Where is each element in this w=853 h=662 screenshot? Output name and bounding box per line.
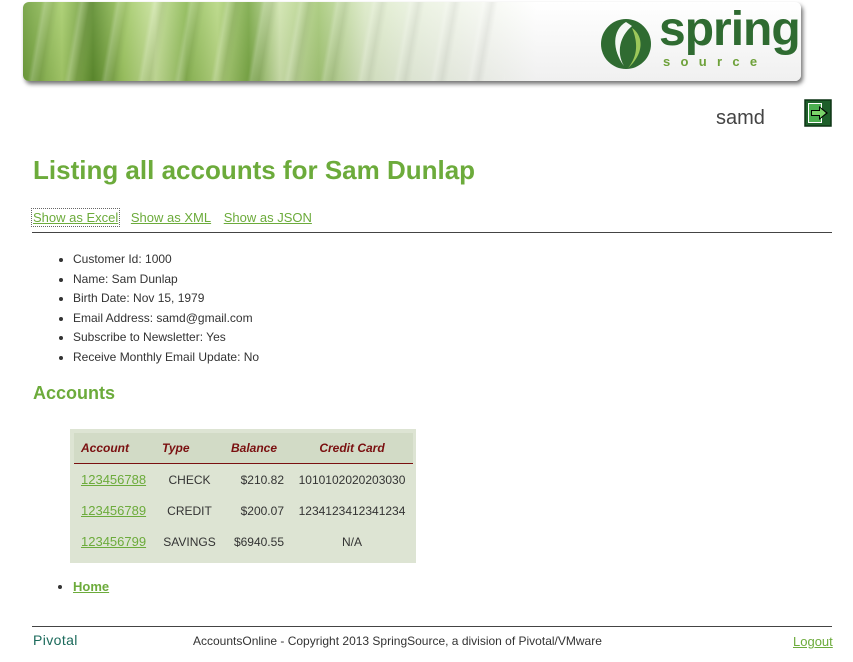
column-header-type: Type: [155, 433, 224, 464]
customer-name-item: Name: Sam Dunlap: [73, 270, 259, 290]
column-header-balance: Balance: [224, 433, 291, 464]
username-label: samd: [716, 107, 765, 129]
page-title: Listing all accounts for Sam Dunlap: [33, 155, 476, 185]
balance-cell: $210.82: [240, 472, 284, 487]
logout-link[interactable]: Logout: [793, 634, 833, 649]
table-row: 123456789 CREDIT $200.07 123412341234123…: [74, 495, 413, 526]
pivotal-logo: Pivotal: [33, 632, 78, 648]
account-type-cell: CREDIT: [167, 503, 212, 518]
email-address-item: Email Address: samd@gmail.com: [73, 309, 259, 329]
banner-grass-image: [23, 2, 506, 81]
header-banner: spring source: [23, 2, 801, 81]
logo-subtitle: source: [663, 54, 768, 69]
navigation-list: Home: [55, 579, 109, 594]
table-header-row: Account Type Balance Credit Card: [74, 433, 413, 464]
show-as-excel-link[interactable]: Show as Excel: [30, 208, 121, 227]
home-item: Home: [73, 579, 109, 594]
export-format-links: Show as Excel Show as XML Show as JSON: [30, 208, 320, 227]
account-type-cell: CHECK: [168, 472, 211, 487]
spring-leaf-logo-icon: [601, 19, 651, 69]
home-link[interactable]: Home: [73, 579, 109, 594]
account-link[interactable]: 123456789: [81, 503, 146, 518]
customer-id-item: Customer Id: 1000: [73, 250, 259, 270]
monthly-email-item: Receive Monthly Email Update: No: [73, 348, 259, 368]
table-row: 123456788 CHECK $210.82 1010102020203030: [74, 464, 413, 496]
account-number-cell: 123456788: [74, 464, 155, 496]
account-type-cell: SAVINGS: [163, 534, 216, 549]
balance-cell: $200.07: [240, 503, 284, 518]
birth-date-item: Birth Date: Nov 15, 1979: [73, 289, 259, 309]
header-divider: [32, 232, 832, 233]
account-link[interactable]: 123456799: [81, 534, 146, 549]
balance-cell: $6940.55: [233, 534, 284, 549]
account-link[interactable]: 123456788: [81, 472, 146, 487]
accounts-heading: Accounts: [33, 383, 116, 403]
accounts-table: Account Type Balance Credit Card 1234567…: [74, 433, 413, 557]
column-header-account: Account: [74, 433, 155, 464]
credit-card-cell: N/A: [341, 534, 362, 549]
logout-icon[interactable]: [802, 97, 834, 129]
credit-card-cell: 1234123412341234: [298, 503, 406, 518]
column-header-credit-card: Credit Card: [291, 433, 413, 464]
show-as-json-link[interactable]: Show as JSON: [223, 209, 313, 226]
show-as-xml-link[interactable]: Show as XML: [130, 209, 212, 226]
customer-details-list: Customer Id: 1000 Name: Sam Dunlap Birth…: [55, 250, 259, 367]
account-number-cell: 123456789: [74, 495, 155, 526]
logo-wordmark: spring: [659, 3, 801, 56]
table-row: 123456799 SAVINGS $6940.55 N/A: [74, 526, 413, 557]
newsletter-item: Subscribe to Newsletter: Yes: [73, 328, 259, 348]
account-number-cell: 123456799: [74, 526, 155, 557]
credit-card-cell: 1010102020203030: [298, 472, 406, 487]
copyright-text: AccountsOnline - Copyright 2013 SpringSo…: [193, 634, 602, 648]
footer-divider: [32, 626, 832, 627]
accounts-table-container: Account Type Balance Credit Card 1234567…: [70, 429, 416, 563]
